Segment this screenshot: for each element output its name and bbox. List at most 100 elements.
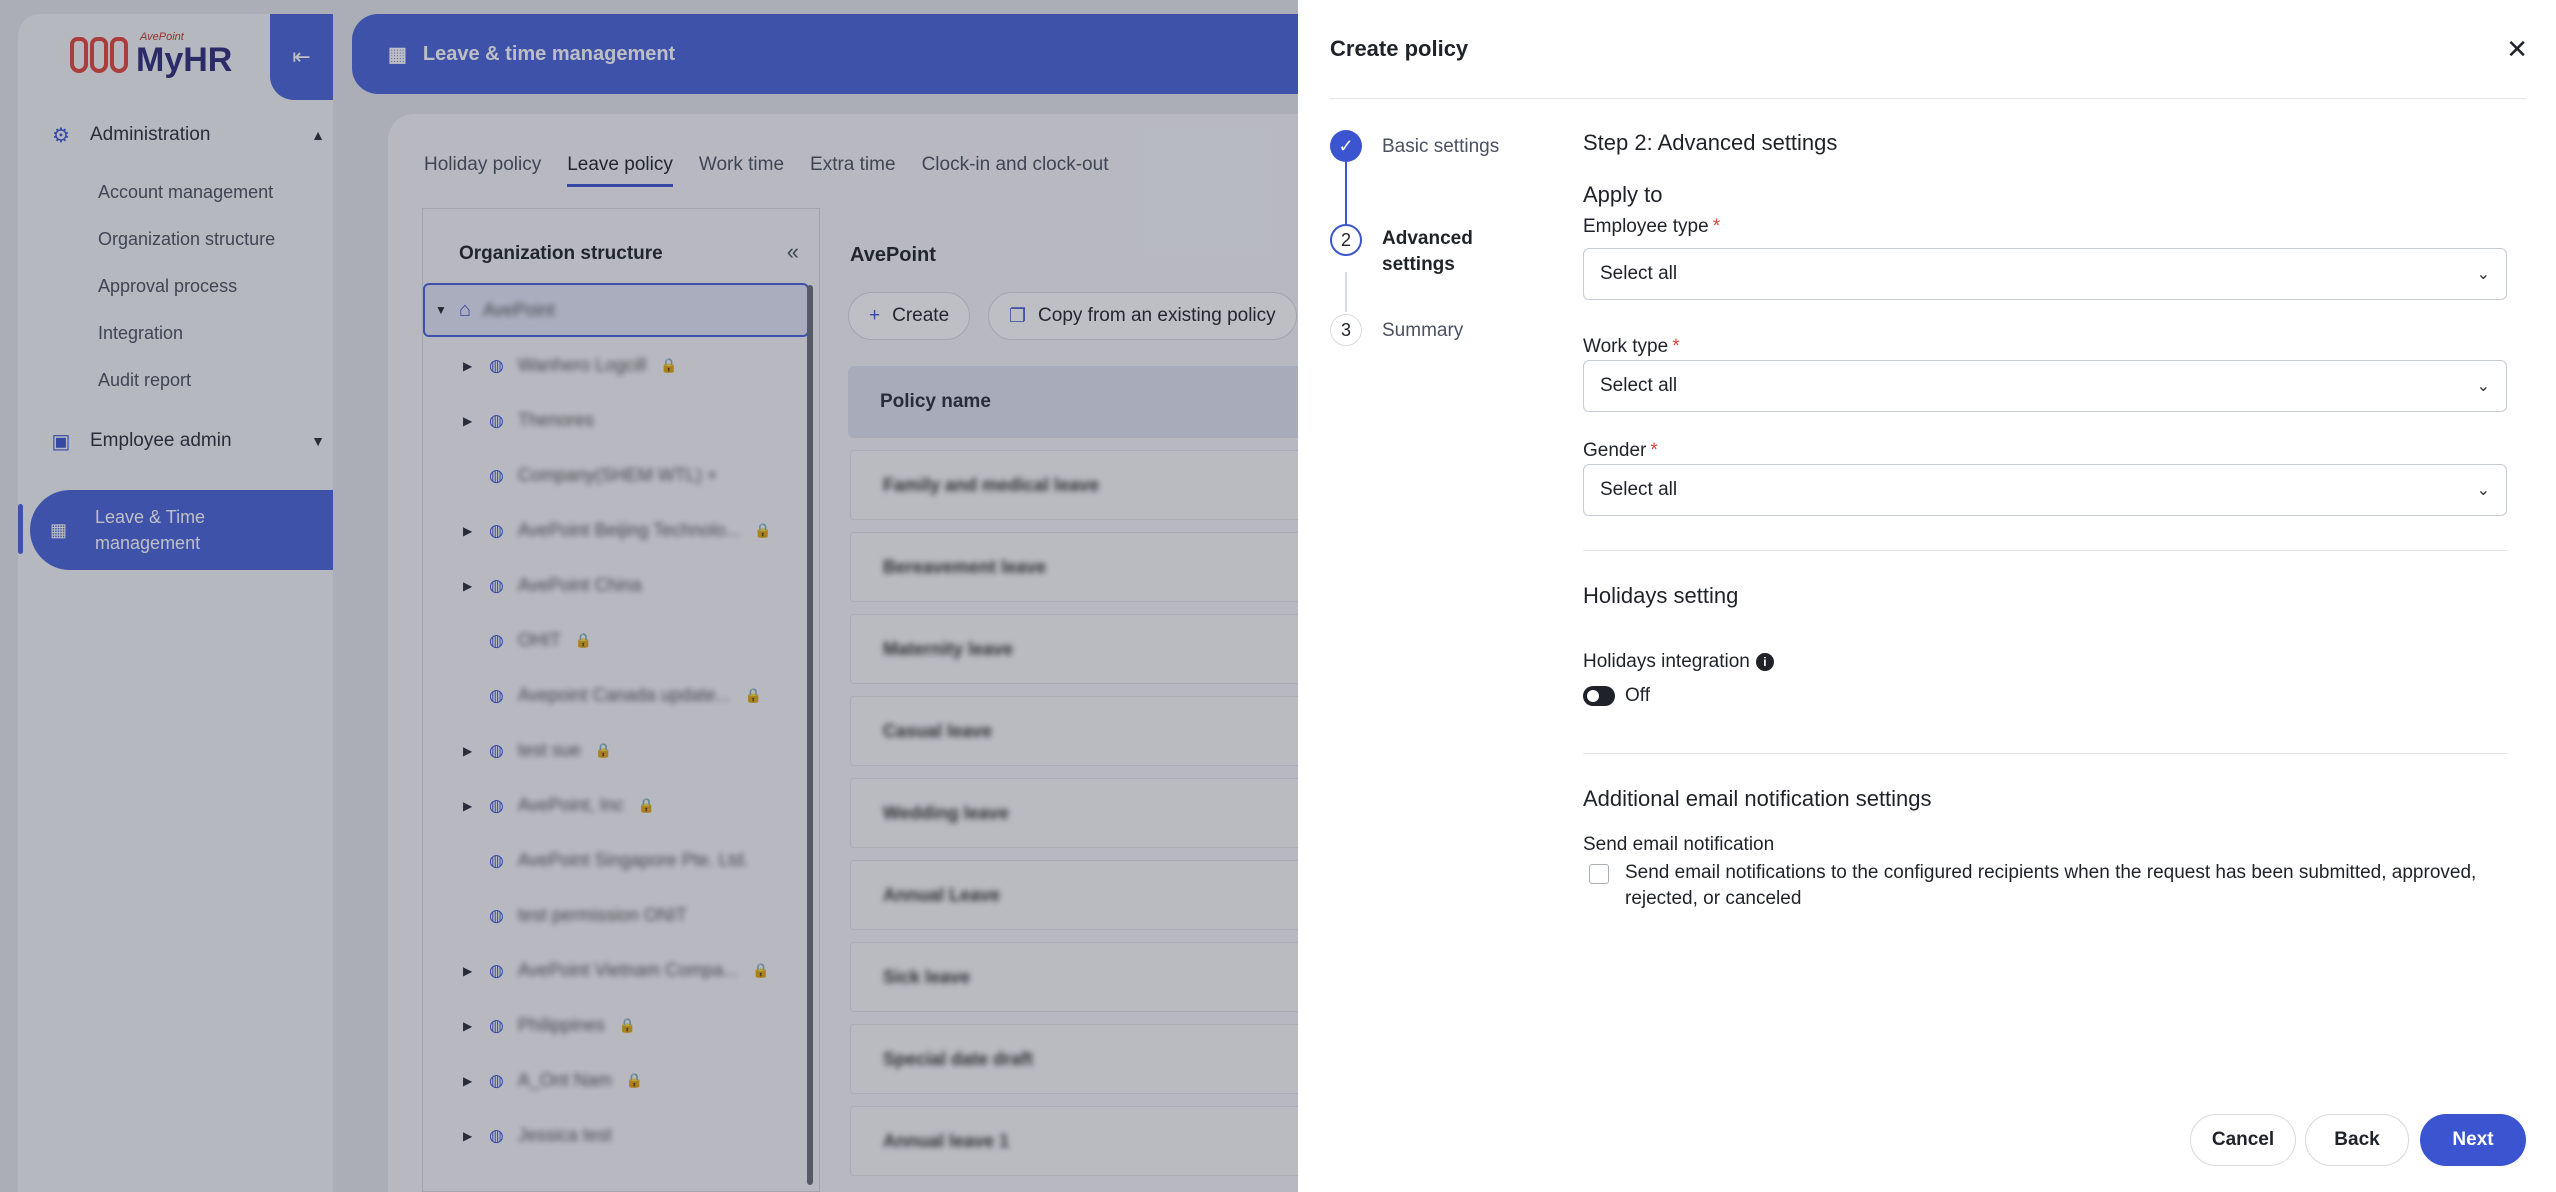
back-button[interactable]: Back bbox=[2305, 1114, 2409, 1166]
org-tree-label: A_Ont Nam bbox=[517, 1070, 612, 1090]
tab-leave-policy[interactable]: Leave policy bbox=[567, 154, 673, 187]
policy-name-cell: Sick leave bbox=[883, 966, 971, 987]
org-tree-item[interactable]: ▶ ◍ Jessica test bbox=[463, 1125, 612, 1146]
email-notification-text: Send email notifications to the configur… bbox=[1625, 862, 2477, 909]
column-header-policy-name: Policy name bbox=[880, 391, 991, 412]
org-tree-item[interactable]: ▶ ◍ AvePoint, Inc 🔒 bbox=[463, 795, 655, 816]
org-tree-item[interactable]: ▶ ◍ test sue 🔒 bbox=[463, 740, 612, 761]
select-value: Select all bbox=[1600, 263, 1678, 284]
caret-right-icon[interactable]: ▶ bbox=[463, 799, 475, 813]
step-label: Advanced settings bbox=[1382, 228, 1473, 275]
globe-icon: ◍ bbox=[489, 520, 504, 540]
org-tree-item[interactable]: ▶ ◍ Philippines 🔒 bbox=[463, 1015, 636, 1036]
step-advanced-settings[interactable]: 2 Advanced settings bbox=[1330, 224, 1492, 278]
nav-group-label: Employee admin bbox=[90, 430, 232, 451]
work-type-label: Work type * bbox=[1583, 336, 1680, 357]
lock-icon: 🔒 bbox=[744, 687, 763, 703]
caret-down-icon[interactable]: ▼ bbox=[435, 303, 447, 317]
tab-work-time[interactable]: Work time bbox=[699, 154, 784, 187]
tab-holiday-policy[interactable]: Holiday policy bbox=[424, 154, 541, 187]
chevron-down-icon: ⌄ bbox=[2476, 378, 2490, 395]
cancel-button[interactable]: Cancel bbox=[2190, 1114, 2296, 1166]
toggle-state: Off bbox=[1625, 685, 1650, 706]
org-tree-item[interactable]: ◍ OHIT 🔒 bbox=[463, 630, 592, 651]
caret-down-icon: ▼ bbox=[311, 433, 325, 449]
caret-right-icon[interactable]: ▶ bbox=[463, 744, 475, 758]
holidays-heading: Holidays setting bbox=[1583, 583, 1739, 608]
globe-icon: ◍ bbox=[489, 850, 504, 870]
globe-icon: ◍ bbox=[489, 575, 504, 595]
org-tree-item[interactable]: ▶ ◍ AvePoint China bbox=[463, 575, 642, 596]
caret-right-icon[interactable]: ▶ bbox=[463, 414, 475, 428]
select-value: Select all bbox=[1600, 375, 1678, 396]
step-heading: Step 2: Advanced settings bbox=[1583, 130, 1838, 155]
org-tree-root[interactable]: ▼ ⌂ AvePoint bbox=[423, 283, 809, 337]
org-tree-item[interactable]: ▶ ◍ A_Ont Nam 🔒 bbox=[463, 1070, 643, 1091]
org-tree-item[interactable]: ◍ test permission ONIT bbox=[463, 905, 687, 926]
chevron-down-icon: ⌄ bbox=[2476, 266, 2490, 283]
step-connector bbox=[1345, 162, 1347, 224]
globe-icon: ◍ bbox=[489, 685, 504, 705]
lock-icon: 🔒 bbox=[618, 1017, 637, 1033]
divider bbox=[1330, 98, 2526, 99]
tab-clock-in-out[interactable]: Clock-in and clock-out bbox=[922, 154, 1109, 187]
policy-name-cell: Annual Leave bbox=[883, 884, 1001, 905]
email-notification-checkbox[interactable] bbox=[1589, 864, 1609, 884]
caret-right-icon[interactable]: ▶ bbox=[463, 579, 475, 593]
org-tree-item[interactable]: ▶ ◍ AvePoint Vietnam Compa... 🔒 bbox=[463, 960, 770, 981]
org-tree-label: test permission ONIT bbox=[517, 905, 687, 925]
logo-title: MyHR bbox=[136, 41, 233, 79]
send-email-label: Send email notification bbox=[1583, 834, 1775, 855]
org-tree-label: test sue bbox=[517, 740, 581, 760]
caret-right-icon[interactable]: ▶ bbox=[463, 524, 475, 538]
sidebar: AvePoint MyHR ⇤ ⚙ Administration ▲ Accou… bbox=[18, 14, 333, 1192]
sidebar-item-audit-report[interactable]: Audit report bbox=[98, 370, 191, 391]
app-logo[interactable]: AvePoint MyHR bbox=[70, 32, 232, 77]
step-basic-settings[interactable]: ✓ Basic settings bbox=[1330, 130, 1499, 162]
nav-group-administration[interactable]: ⚙ Administration ▲ bbox=[50, 124, 325, 147]
org-tree-item[interactable]: ◍ Avepoint Canada update... 🔒 bbox=[463, 685, 762, 706]
caret-right-icon[interactable]: ▶ bbox=[463, 1074, 475, 1088]
org-tree-item[interactable]: ▶ ◍ AvePoint Beijing Technolo... 🔒 bbox=[463, 520, 772, 541]
info-icon[interactable]: i bbox=[1755, 652, 1774, 671]
globe-icon: ◍ bbox=[489, 740, 504, 760]
sidebar-item-approval-process[interactable]: Approval process bbox=[98, 276, 237, 297]
create-button[interactable]: + Create bbox=[848, 292, 971, 340]
sidebar-item-leave-time[interactable]: ▦ Leave & Time management bbox=[30, 490, 333, 570]
work-type-select[interactable]: Select all ⌄ bbox=[1583, 360, 2507, 412]
select-value: Select all bbox=[1600, 479, 1678, 500]
org-tree-item[interactable]: ▶ ◍ Thenores bbox=[463, 410, 594, 431]
organization-panel: Organization structure « ▼ ⌂ AvePoint ▶ ◍… bbox=[422, 208, 820, 1192]
caret-right-icon[interactable]: ▶ bbox=[463, 1019, 475, 1033]
check-icon: ✓ bbox=[1330, 130, 1362, 162]
nav-group-employee-admin[interactable]: ▣ Employee admin ▼ bbox=[50, 430, 325, 453]
org-tree-item[interactable]: ◍ Company(SHEM WTL) + bbox=[463, 465, 717, 486]
sidebar-item-account-management[interactable]: Account management bbox=[98, 182, 273, 203]
copy-policy-button[interactable]: ❐ Copy from an existing policy bbox=[988, 292, 1297, 340]
holidays-integration-toggle[interactable]: Off bbox=[1583, 685, 2507, 707]
policy-name-cell: Bereavement leave bbox=[883, 556, 1047, 577]
org-tree-label: Company(SHEM WTL) + bbox=[517, 465, 718, 485]
sidebar-item-integration[interactable]: Integration bbox=[98, 323, 183, 344]
email-notification-option[interactable]: Send email notifications to the configur… bbox=[1583, 860, 2507, 912]
caret-right-icon[interactable]: ▶ bbox=[463, 964, 475, 978]
gender-select[interactable]: Select all ⌄ bbox=[1583, 464, 2507, 516]
sidebar-item-organization-structure[interactable]: Organization structure bbox=[98, 229, 275, 250]
step-summary[interactable]: 3 Summary bbox=[1330, 314, 1463, 346]
org-panel-title: Organization structure bbox=[459, 243, 663, 264]
collapse-sidebar-icon[interactable]: ⇤ bbox=[270, 14, 333, 100]
collapse-panel-icon[interactable]: « bbox=[787, 239, 799, 265]
org-tree-label: AvePoint Singapore Pte. Ltd. bbox=[517, 850, 749, 870]
caret-right-icon[interactable]: ▶ bbox=[463, 1129, 475, 1143]
org-tree-item[interactable]: ▶ ◍ Wanhero Logcill 🔒 bbox=[463, 355, 678, 376]
lock-icon: 🔒 bbox=[594, 742, 613, 758]
toggle-switch[interactable] bbox=[1583, 686, 1615, 706]
tab-extra-time[interactable]: Extra time bbox=[810, 154, 896, 187]
close-icon[interactable]: ✕ bbox=[2506, 34, 2528, 65]
org-tree-label: Wanhero Logcill bbox=[517, 355, 647, 375]
org-scrollbar[interactable] bbox=[807, 285, 813, 1185]
employee-type-select[interactable]: Select all ⌄ bbox=[1583, 248, 2507, 300]
caret-right-icon[interactable]: ▶ bbox=[463, 359, 475, 373]
org-tree-item[interactable]: ◍ AvePoint Singapore Pte. Ltd. bbox=[463, 850, 749, 871]
next-button[interactable]: Next bbox=[2420, 1114, 2526, 1166]
